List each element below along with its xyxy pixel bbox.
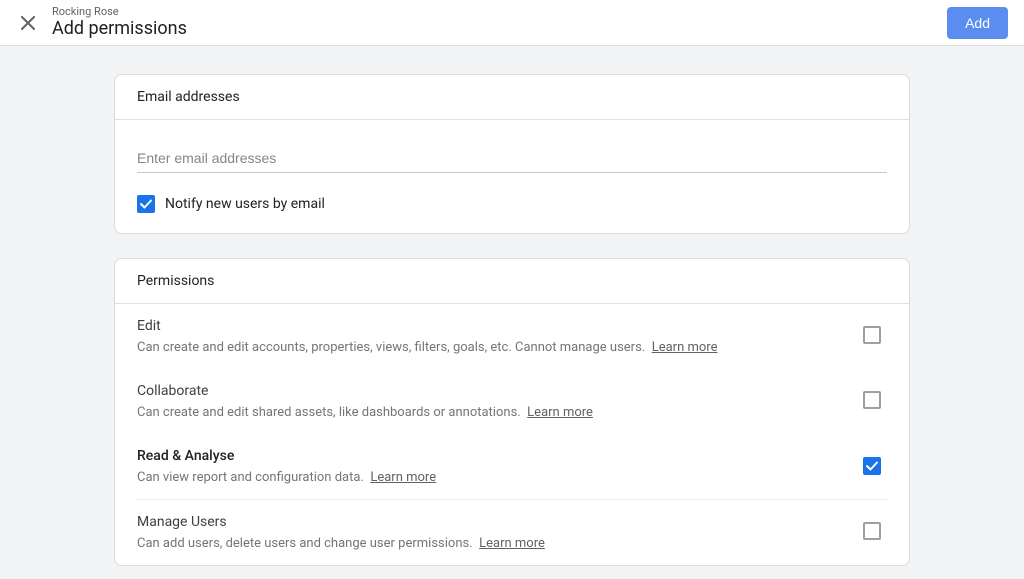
permission-row-collaborate: Collaborate Can create and edit shared a… [115,369,909,434]
permission-desc: Can view report and configuration data. … [137,470,863,485]
permission-title: Collaborate [137,383,863,399]
permissions-heading: Permissions [115,259,909,304]
permission-title: Manage Users [137,514,863,530]
email-heading: Email addresses [115,75,909,120]
learn-more-link[interactable]: Learn more [527,405,593,420]
permission-desc: Can create and edit shared assets, like … [137,405,863,420]
permission-desc: Can create and edit accounts, properties… [137,340,863,355]
permission-title: Read & Analyse [137,448,863,464]
learn-more-link[interactable]: Learn more [479,536,545,551]
content: Email addresses Notify new users by emai… [0,46,1024,566]
permission-checkbox-collaborate[interactable] [863,391,881,409]
check-icon [139,197,153,211]
permission-row-edit: Edit Can create and edit accounts, prope… [115,304,909,369]
permission-checkbox-read-analyse[interactable] [863,457,881,475]
email-input[interactable] [137,146,887,173]
permission-desc: Can add users, delete users and change u… [137,536,863,551]
check-icon [865,459,879,473]
header-text: Rocking Rose Add permissions [52,5,947,40]
permission-row-manage-users: Manage Users Can add users, delete users… [115,500,909,565]
permission-title: Edit [137,318,863,334]
permission-checkbox-manage-users[interactable] [863,522,881,540]
learn-more-link[interactable]: Learn more [370,470,436,485]
email-card: Email addresses Notify new users by emai… [114,74,910,234]
permission-row-read-analyse: Read & Analyse Can view report and confi… [115,434,909,499]
permissions-card: Permissions Edit Can create and edit acc… [114,258,910,566]
notify-row: Notify new users by email [137,195,887,217]
close-button[interactable] [16,11,40,35]
learn-more-link[interactable]: Learn more [652,340,718,355]
page-title: Add permissions [52,18,947,40]
notify-checkbox[interactable] [137,195,155,213]
close-icon [21,16,35,30]
breadcrumb: Rocking Rose [52,5,947,18]
notify-label: Notify new users by email [165,196,325,212]
permission-checkbox-edit[interactable] [863,326,881,344]
email-body: Notify new users by email [115,120,909,233]
header-bar: Rocking Rose Add permissions Add [0,0,1024,46]
add-button[interactable]: Add [947,7,1008,39]
